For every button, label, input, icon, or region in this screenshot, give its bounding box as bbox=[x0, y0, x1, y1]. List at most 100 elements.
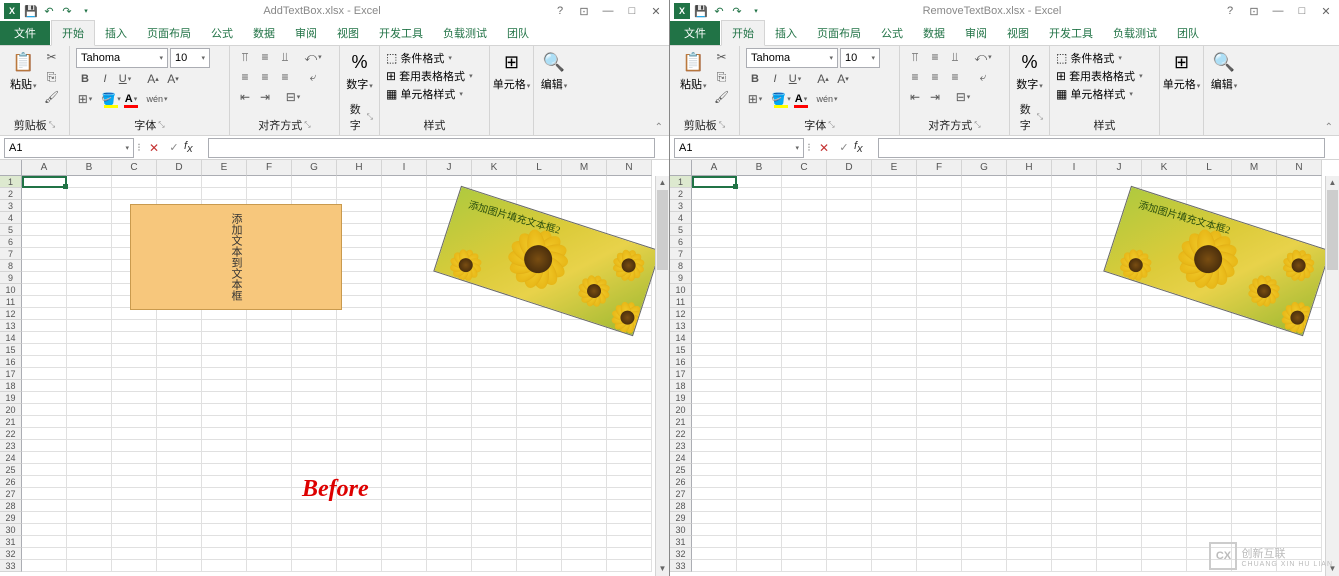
row-header-13[interactable]: 13 bbox=[670, 320, 692, 332]
row-header-16[interactable]: 16 bbox=[0, 356, 22, 368]
tab-4[interactable]: 数据 bbox=[243, 21, 285, 45]
number-launcher[interactable]: ⤡ bbox=[1037, 112, 1043, 122]
col-header-G[interactable]: G bbox=[962, 160, 1007, 176]
col-header-B[interactable]: B bbox=[737, 160, 782, 176]
row-header-24[interactable]: 24 bbox=[670, 452, 692, 464]
align-center-button[interactable]: ≡ bbox=[926, 68, 944, 86]
tab-4[interactable]: 数据 bbox=[913, 21, 955, 45]
ribbon-display-button[interactable]: ⊡ bbox=[1245, 5, 1263, 18]
col-header-N[interactable]: N bbox=[1277, 160, 1322, 176]
merge-button[interactable]: ⊟▾ bbox=[284, 88, 302, 106]
col-header-G[interactable]: G bbox=[292, 160, 337, 176]
row-header-29[interactable]: 29 bbox=[670, 512, 692, 524]
row-header-9[interactable]: 9 bbox=[670, 272, 692, 284]
row-header-27[interactable]: 27 bbox=[0, 488, 22, 500]
row-header-6[interactable]: 6 bbox=[670, 236, 692, 248]
shrink-font-button[interactable]: A▾ bbox=[834, 70, 852, 88]
conditional-format-button[interactable]: ⬚条件格式▾ bbox=[1056, 50, 1153, 66]
col-header-I[interactable]: I bbox=[382, 160, 427, 176]
row-header-28[interactable]: 28 bbox=[670, 500, 692, 512]
worksheet[interactable]: ABCDEFGHIJKLMN 1234567891011121314151617… bbox=[670, 160, 1339, 576]
formula-input[interactable] bbox=[208, 138, 655, 158]
row-header-10[interactable]: 10 bbox=[670, 284, 692, 296]
tab-6[interactable]: 视图 bbox=[327, 21, 369, 45]
col-header-K[interactable]: K bbox=[1142, 160, 1187, 176]
row-header-22[interactable]: 22 bbox=[670, 428, 692, 440]
col-header-H[interactable]: H bbox=[1007, 160, 1052, 176]
row-header-7[interactable]: 7 bbox=[0, 248, 22, 260]
row-header-27[interactable]: 27 bbox=[670, 488, 692, 500]
col-header-E[interactable]: E bbox=[202, 160, 247, 176]
font-launcher[interactable]: ⤡ bbox=[158, 120, 164, 130]
row-header-6[interactable]: 6 bbox=[0, 236, 22, 248]
fx-icon[interactable]: fx bbox=[854, 140, 878, 155]
name-box[interactable]: A1▾ bbox=[4, 138, 134, 158]
row-header-26[interactable]: 26 bbox=[670, 476, 692, 488]
row-header-22[interactable]: 22 bbox=[0, 428, 22, 440]
save-icon[interactable]: 💾 bbox=[24, 4, 38, 18]
phonetic-button[interactable]: wén▾ bbox=[818, 90, 836, 108]
row-header-8[interactable]: 8 bbox=[670, 260, 692, 272]
textbox-1[interactable]: 添加文本到文本框 bbox=[130, 204, 342, 310]
increase-indent-button[interactable]: ⇥ bbox=[926, 88, 944, 106]
row-header-19[interactable]: 19 bbox=[670, 392, 692, 404]
row-header-3[interactable]: 3 bbox=[670, 200, 692, 212]
close-button[interactable]: ✕ bbox=[647, 5, 665, 18]
row-header-33[interactable]: 33 bbox=[0, 560, 22, 572]
cell-styles-button[interactable]: ▦单元格样式▾ bbox=[1056, 86, 1153, 102]
decrease-indent-button[interactable]: ⇤ bbox=[906, 88, 924, 106]
enter-icon[interactable]: ✓ bbox=[164, 141, 184, 154]
col-header-C[interactable]: C bbox=[112, 160, 157, 176]
cut-icon[interactable]: ✂ bbox=[43, 48, 61, 66]
row-header-14[interactable]: 14 bbox=[670, 332, 692, 344]
scroll-up-icon[interactable]: ▲ bbox=[656, 176, 669, 190]
border-button[interactable]: ⊞▾ bbox=[76, 90, 94, 108]
col-header-F[interactable]: F bbox=[247, 160, 292, 176]
align-center-button[interactable]: ≡ bbox=[256, 68, 274, 86]
bold-button[interactable]: B bbox=[76, 70, 94, 88]
number-format-button[interactable]: %数字▾ bbox=[346, 48, 373, 94]
redo-icon[interactable]: ↷ bbox=[730, 4, 744, 18]
row-header-12[interactable]: 12 bbox=[0, 308, 22, 320]
row-header-14[interactable]: 14 bbox=[0, 332, 22, 344]
grow-font-button[interactable]: A▴ bbox=[814, 70, 832, 88]
row-header-17[interactable]: 17 bbox=[670, 368, 692, 380]
cells-button[interactable]: ⊞单元格▾ bbox=[1166, 48, 1197, 94]
help-button[interactable]: ? bbox=[551, 5, 569, 18]
cancel-icon[interactable]: ✕ bbox=[814, 141, 834, 155]
align-right-button[interactable]: ≡ bbox=[276, 68, 294, 86]
vertical-scrollbar[interactable]: ▲ ▼ bbox=[1325, 176, 1339, 576]
row-header-21[interactable]: 21 bbox=[670, 416, 692, 428]
col-header-C[interactable]: C bbox=[782, 160, 827, 176]
tab-9[interactable]: 团队 bbox=[497, 21, 539, 45]
row-header-25[interactable]: 25 bbox=[0, 464, 22, 476]
row-header-2[interactable]: 2 bbox=[670, 188, 692, 200]
minimize-button[interactable]: — bbox=[599, 5, 617, 18]
select-all-corner[interactable] bbox=[670, 160, 692, 176]
row-header-15[interactable]: 15 bbox=[0, 344, 22, 356]
row-header-12[interactable]: 12 bbox=[670, 308, 692, 320]
worksheet[interactable]: ABCDEFGHIJKLMN 1234567891011121314151617… bbox=[0, 160, 669, 576]
underline-button[interactable]: U▾ bbox=[786, 70, 804, 88]
font-size-select[interactable]: 10▾ bbox=[840, 48, 880, 68]
scroll-down-icon[interactable]: ▼ bbox=[656, 562, 669, 576]
decrease-indent-button[interactable]: ⇤ bbox=[236, 88, 254, 106]
grow-font-button[interactable]: A▴ bbox=[144, 70, 162, 88]
row-header-23[interactable]: 23 bbox=[0, 440, 22, 452]
select-all-corner[interactable] bbox=[0, 160, 22, 176]
format-as-table-button[interactable]: ⊞套用表格格式▾ bbox=[1056, 68, 1153, 84]
row-header-5[interactable]: 5 bbox=[0, 224, 22, 236]
copy-icon[interactable]: ⎘ bbox=[713, 68, 731, 86]
phonetic-button[interactable]: wén▾ bbox=[148, 90, 166, 108]
formula-input[interactable] bbox=[878, 138, 1325, 158]
redo-icon[interactable]: ↷ bbox=[60, 4, 74, 18]
row-header-21[interactable]: 21 bbox=[0, 416, 22, 428]
col-header-L[interactable]: L bbox=[517, 160, 562, 176]
maximize-button[interactable]: □ bbox=[1293, 5, 1311, 18]
minimize-button[interactable]: — bbox=[1269, 5, 1287, 18]
row-header-23[interactable]: 23 bbox=[670, 440, 692, 452]
tab-0[interactable]: 开始 bbox=[51, 20, 95, 46]
close-button[interactable]: ✕ bbox=[1317, 5, 1335, 18]
wrap-text-button[interactable]: ⤶ bbox=[974, 68, 992, 86]
font-name-select[interactable]: Tahoma▾ bbox=[76, 48, 168, 68]
